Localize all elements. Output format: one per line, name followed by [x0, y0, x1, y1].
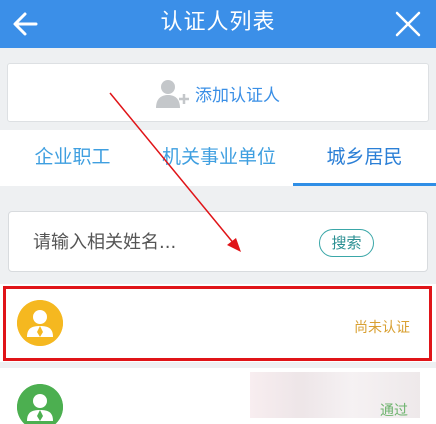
add-certifier-label: 添加认证人: [195, 86, 280, 106]
category-tabs: 企业职工 机关事业单位 城乡居民: [0, 130, 436, 186]
tab-government-institutions[interactable]: 机关事业单位: [145, 130, 293, 186]
close-icon[interactable]: [388, 4, 428, 44]
tab-urban-rural-residents[interactable]: 城乡居民: [293, 130, 436, 186]
avatar: [17, 384, 63, 424]
avatar: [17, 300, 63, 346]
active-tab-indicator: [293, 183, 436, 186]
list-item[interactable]: 通过: [0, 368, 436, 424]
tab-enterprise-employees[interactable]: 企业职工: [0, 130, 145, 186]
header-bar: 认证人列表: [0, 0, 436, 48]
search-bar: 搜索: [8, 211, 428, 272]
status-badge: 尚未认证: [354, 320, 410, 336]
add-certifier-button[interactable]: 添加认证人: [7, 63, 429, 122]
page-title: 认证人列表: [160, 10, 276, 35]
search-input[interactable]: [33, 228, 303, 256]
add-person-icon: [156, 80, 189, 108]
search-button[interactable]: 搜索: [319, 229, 374, 257]
list-item[interactable]: 尚未认证: [0, 284, 436, 362]
status-badge: 通过: [380, 403, 408, 419]
